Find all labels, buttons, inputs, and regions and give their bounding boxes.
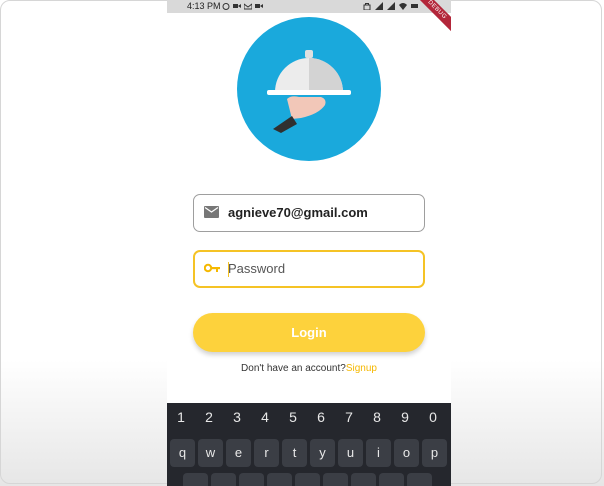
key-4[interactable]: 4 bbox=[251, 409, 279, 425]
on-screen-keyboard: 1 2 3 4 5 6 7 8 9 0 q w e r t y u i o p bbox=[167, 403, 451, 486]
key-partial[interactable] bbox=[267, 473, 292, 486]
key-3[interactable]: 3 bbox=[223, 409, 251, 425]
key-r[interactable]: r bbox=[254, 439, 279, 467]
key-partial[interactable] bbox=[183, 473, 208, 486]
key-partial[interactable] bbox=[295, 473, 320, 486]
status-bar: 4:13 PM DEBUG bbox=[167, 0, 451, 34]
wifi-icon bbox=[399, 3, 407, 10]
key-8[interactable]: 8 bbox=[363, 409, 391, 425]
phone-screen: 4:13 PM DEBUG agnieve70@gmail.com Passwo… bbox=[167, 0, 451, 486]
key-partial[interactable] bbox=[351, 473, 376, 486]
status-time: 4:13 PM bbox=[187, 1, 221, 11]
serving-cloche-icon bbox=[267, 50, 351, 133]
key-0[interactable]: 0 bbox=[419, 409, 447, 425]
key-i[interactable]: i bbox=[366, 439, 391, 467]
key-partial[interactable] bbox=[323, 473, 348, 486]
email-field[interactable]: agnieve70@gmail.com bbox=[193, 194, 425, 232]
password-field[interactable]: Password bbox=[193, 250, 425, 288]
password-placeholder: Password bbox=[228, 261, 286, 276]
key-partial[interactable] bbox=[379, 473, 404, 486]
key-partial[interactable] bbox=[407, 473, 432, 486]
key-q[interactable]: q bbox=[170, 439, 195, 467]
email-value: agnieve70@gmail.com bbox=[228, 205, 368, 220]
key-partial[interactable] bbox=[211, 473, 236, 486]
key-y[interactable]: y bbox=[310, 439, 335, 467]
signup-prompt-line: Don't have an account?Signup bbox=[167, 363, 451, 374]
key-w[interactable]: w bbox=[198, 439, 223, 467]
key-6[interactable]: 6 bbox=[307, 409, 335, 425]
lock-icon bbox=[363, 3, 371, 10]
keyboard-number-row: 1 2 3 4 5 6 7 8 9 0 bbox=[167, 409, 451, 425]
email-icon bbox=[204, 206, 219, 218]
key-o[interactable]: o bbox=[394, 439, 419, 467]
signal-icon-2 bbox=[387, 2, 395, 10]
key-2[interactable]: 2 bbox=[195, 409, 223, 425]
key-1[interactable]: 1 bbox=[167, 409, 195, 425]
video-icon bbox=[233, 4, 241, 8]
app-logo bbox=[237, 17, 381, 161]
gmail-icon bbox=[244, 3, 252, 10]
debug-banner: DEBUG bbox=[413, 0, 451, 34]
video-icon-2 bbox=[255, 4, 263, 8]
key-t[interactable]: t bbox=[282, 439, 307, 467]
keyboard-second-row-partial bbox=[183, 473, 432, 486]
key-5[interactable]: 5 bbox=[279, 409, 307, 425]
signal-icon bbox=[375, 2, 383, 10]
signup-prompt-text: Don't have an account? bbox=[241, 363, 346, 374]
system-icons bbox=[363, 2, 419, 10]
key-7[interactable]: 7 bbox=[335, 409, 363, 425]
battery-icon bbox=[411, 4, 418, 8]
key-p[interactable]: p bbox=[422, 439, 447, 467]
keyboard-letter-row: q w e r t y u i o p bbox=[170, 439, 447, 467]
alarm-icon bbox=[222, 3, 230, 10]
key-icon bbox=[204, 263, 220, 273]
key-partial[interactable] bbox=[239, 473, 264, 486]
key-9[interactable]: 9 bbox=[391, 409, 419, 425]
login-button[interactable]: Login bbox=[193, 313, 425, 352]
signup-link[interactable]: Signup bbox=[346, 363, 377, 374]
notification-icons bbox=[222, 2, 263, 10]
key-e[interactable]: e bbox=[226, 439, 251, 467]
key-u[interactable]: u bbox=[338, 439, 363, 467]
